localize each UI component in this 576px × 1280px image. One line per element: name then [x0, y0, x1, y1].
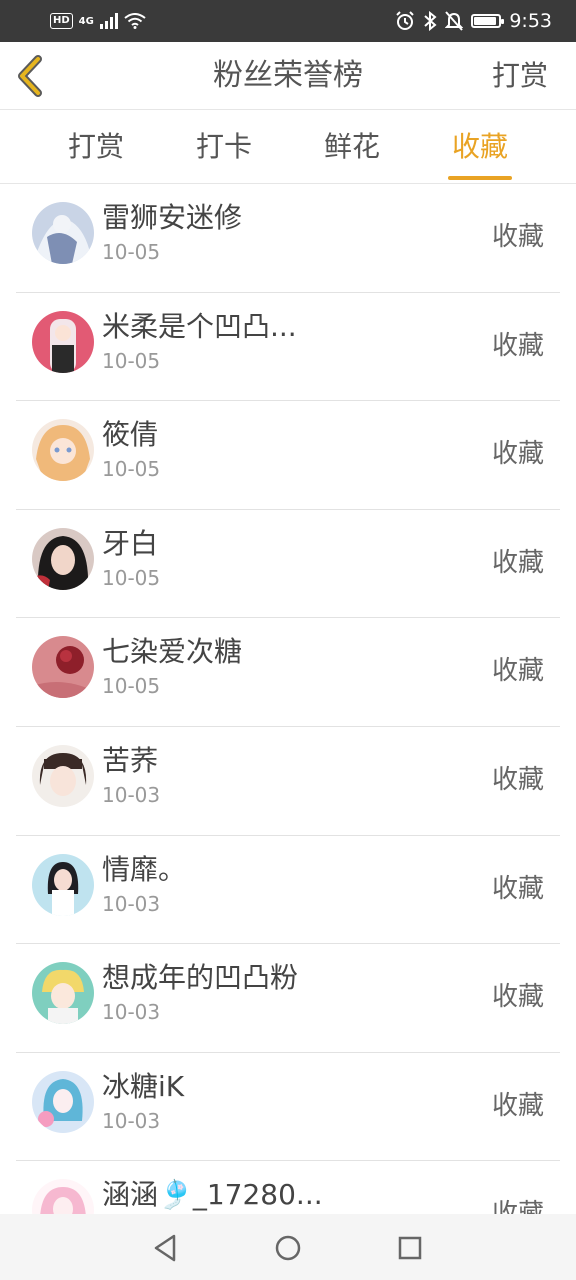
- reward-button[interactable]: 打赏: [492, 42, 548, 110]
- action-label: 收藏: [491, 439, 544, 470]
- tab-flowers[interactable]: 鲜花: [288, 110, 416, 184]
- fan-date: 10-05: [102, 674, 161, 699]
- clock: 9:53: [509, 10, 552, 32]
- status-right: 9:53: [395, 8, 552, 34]
- wifi-icon: [124, 13, 146, 29]
- fan-name: 雷狮安迷修: [102, 201, 243, 234]
- tab-bar: 打赏 打卡 鲜花 收藏: [0, 110, 576, 184]
- avatar: [32, 744, 94, 807]
- action-label: 收藏: [491, 982, 544, 1013]
- avatar: [32, 310, 94, 373]
- list-item[interactable]: 想成年的凹凸粉 10-03 收藏: [16, 944, 560, 1053]
- action-label: 收藏: [491, 222, 544, 252]
- fan-date: 10-05: [102, 565, 161, 590]
- action-label: 收藏: [491, 330, 544, 361]
- list-item[interactable]: 牙白 10-05 收藏: [16, 510, 560, 619]
- tab-reward[interactable]: 打赏: [32, 110, 160, 184]
- fan-name: 冰糖iK: [102, 1069, 185, 1103]
- fan-date: 10-05: [102, 348, 161, 373]
- fan-date: 10-03: [102, 782, 161, 807]
- list-item[interactable]: 情靡。 10-03 收藏: [16, 836, 560, 945]
- recents-square-icon[interactable]: [390, 1228, 430, 1268]
- action-label: 收藏: [491, 873, 544, 904]
- fan-name: 情靡。: [102, 852, 187, 886]
- list-item[interactable]: 米柔是个凹凸... 10-05 收藏: [16, 293, 560, 402]
- mute-bell-icon: [445, 11, 464, 31]
- avatar: [32, 202, 94, 264]
- list-item[interactable]: 筱倩 10-05 收藏: [16, 401, 560, 510]
- header: 粉丝荣誉榜 打赏: [0, 42, 576, 110]
- action-label: 收藏: [491, 656, 544, 687]
- status-bar: HD 4G 9:53: [0, 0, 576, 42]
- avatar: [32, 527, 94, 590]
- fan-name: 米柔是个凹凸...: [102, 309, 297, 343]
- avatar: [32, 419, 94, 482]
- fan-name: 涵涵🎐_17280...: [102, 1178, 323, 1212]
- fan-date: 10-03: [102, 1108, 161, 1133]
- tab-checkin[interactable]: 打卡: [160, 110, 288, 184]
- avatar: [32, 1179, 94, 1214]
- fan-name: 苦荞: [102, 743, 159, 777]
- network-type: 4G: [78, 15, 94, 27]
- action-label: 收藏: [491, 547, 544, 578]
- avatar: [32, 962, 94, 1025]
- back-triangle-icon[interactable]: [146, 1228, 186, 1268]
- alarm-icon: [396, 11, 415, 30]
- fan-name: 想成年的凹凸粉: [102, 961, 299, 995]
- list-item[interactable]: 七染爱次糖 10-05 收藏: [16, 618, 560, 727]
- hd-icon: HD: [50, 13, 73, 29]
- list-item[interactable]: 雷狮安迷修 10-05 收藏: [16, 184, 560, 293]
- tab-favorites[interactable]: 收藏: [416, 110, 544, 184]
- fan-date: 10-03: [102, 1000, 161, 1025]
- signal-icon: [99, 13, 118, 29]
- avatar: [32, 853, 94, 916]
- fan-date: 10-05: [102, 457, 161, 482]
- action-label: 收藏: [491, 1090, 544, 1121]
- page-title: 粉丝荣誉榜: [213, 58, 363, 93]
- status-left: HD 4G: [50, 10, 146, 32]
- fan-name: 七染爱次糖: [102, 635, 243, 669]
- avatar: [32, 1070, 94, 1133]
- action-label: 收藏: [491, 764, 544, 795]
- battery-icon: [471, 14, 505, 28]
- action-label: 收藏: [492, 1193, 544, 1214]
- list-item[interactable]: 涵涵🎐_17280... 收藏: [16, 1161, 560, 1214]
- avatar: [32, 636, 94, 699]
- fan-list: 雷狮安迷修 10-05 收藏 米柔是个凹凸... 10-05 收藏 筱倩 10-…: [0, 184, 576, 1214]
- fan-name: 筱倩: [102, 418, 159, 452]
- home-circle-icon[interactable]: [268, 1228, 308, 1268]
- bluetooth-icon: [424, 11, 437, 31]
- navigation-bar: [0, 1214, 576, 1280]
- list-item[interactable]: 苦荞 10-03 收藏: [16, 727, 560, 836]
- list-item[interactable]: 冰糖iK 10-03 收藏: [16, 1053, 560, 1162]
- battery-level: [474, 17, 496, 25]
- fan-name: 牙白: [102, 526, 159, 560]
- fan-date: 10-03: [102, 891, 161, 916]
- fan-date: 10-05: [102, 240, 161, 264]
